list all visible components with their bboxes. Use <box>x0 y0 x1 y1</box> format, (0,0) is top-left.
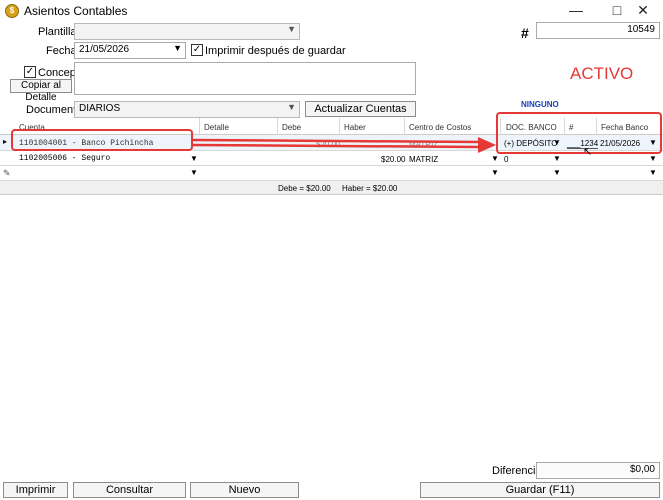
imprimir-button[interactable]: Imprimir <box>3 482 68 498</box>
cursor-icon: ↖ <box>583 146 593 158</box>
guardar-button[interactable]: Guardar (F11) <box>420 482 660 498</box>
diferencia-field: $0,00 <box>536 462 660 479</box>
annotation-arrows <box>192 137 496 153</box>
nuevo-button[interactable]: Nuevo <box>190 482 299 498</box>
consultar-button[interactable]: Consultar <box>73 482 186 498</box>
